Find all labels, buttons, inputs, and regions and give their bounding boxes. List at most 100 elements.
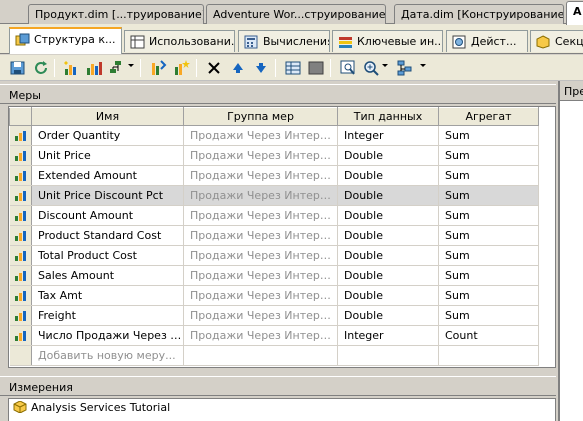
doc-tab-product-dim[interactable]: Продукт.dim [...труирование]* <box>28 4 204 24</box>
move-up-icon[interactable] <box>229 59 247 77</box>
row-selector[interactable] <box>9 145 32 166</box>
measure-row[interactable]: Discount Amount Продажи Через Интернет Dou… <box>9 205 539 226</box>
data-type-cell[interactable]: Double <box>337 265 439 286</box>
doc-tab-date-dim[interactable]: Дата.dim [Конструирование] <box>394 4 564 24</box>
chevron-down-icon[interactable] <box>128 64 134 67</box>
measure-name-cell[interactable]: Discount Amount <box>31 205 184 226</box>
measure-name-cell[interactable]: Product Standard Cost <box>31 225 184 246</box>
measure-name-cell[interactable]: Order Quantity <box>31 125 184 146</box>
measure-row[interactable]: Extended Amount Продажи Через Интернет Dou… <box>9 165 539 186</box>
aggregate-cell[interactable]: Sum <box>438 185 539 206</box>
measure-group-cell[interactable]: Продажи Через Интернет <box>183 165 338 186</box>
diagram-icon[interactable] <box>339 59 357 77</box>
data-type-cell[interactable]: Double <box>337 305 439 326</box>
measure-row[interactable]: Product Standard Cost Продажи Через Интер… <box>9 225 539 246</box>
tab-dimension-usage[interactable]: Использовани... <box>124 30 235 52</box>
data-type-cell[interactable]: Double <box>337 165 439 186</box>
data-type-cell[interactable]: Double <box>337 205 439 226</box>
aggregate-cell[interactable]: Sum <box>438 245 539 266</box>
column-header-measure-group[interactable]: Группа мер <box>183 107 338 126</box>
aggregate-cell[interactable]: Count <box>438 325 539 346</box>
tab-calculations[interactable]: Вычисления <box>238 30 330 52</box>
measure-name-cell[interactable]: Extended Amount <box>31 165 184 186</box>
row-selector[interactable] <box>9 245 32 266</box>
row-selector[interactable] <box>9 125 32 146</box>
new-measure-icon[interactable] <box>62 59 80 77</box>
arrange-tables-icon[interactable] <box>396 59 414 77</box>
column-header-aggregate[interactable]: Агрегат <box>438 107 539 126</box>
measure-group-cell[interactable]: Продажи Через Интернет <box>183 285 338 306</box>
column-header-name[interactable]: Имя <box>31 107 184 126</box>
measure-name-cell[interactable]: Unit Price Discount Pct <box>31 185 184 206</box>
doc-tab-active-cube[interactable]: A <box>566 1 583 25</box>
aggregate-cell[interactable]: Sum <box>438 305 539 326</box>
data-type-cell[interactable]: Integer <box>337 325 439 346</box>
measure-group-cell[interactable]: Продажи Через Интернет <box>183 205 338 226</box>
measure-group-cell[interactable]: Продажи Через Интернет <box>183 245 338 266</box>
tab-kpis[interactable]: Ключевые ин... <box>332 30 443 52</box>
data-type-cell[interactable]: Double <box>337 285 439 306</box>
measure-row[interactable]: Unit Price Продажи Через Интернет Double Su… <box>9 145 539 166</box>
move-down-icon[interactable] <box>252 59 270 77</box>
delete-icon[interactable] <box>205 59 223 77</box>
measure-name-cell[interactable]: Sales Amount <box>31 265 184 286</box>
save-icon[interactable] <box>9 59 27 77</box>
measure-row[interactable]: Total Product Cost Продажи Через Интернет… <box>9 245 539 266</box>
measure-row[interactable]: Tax Amt Продажи Через Интернет Double Sum <box>9 285 539 306</box>
new-measure-group-icon[interactable] <box>85 59 103 77</box>
tab-partitions[interactable]: Секц <box>530 30 583 52</box>
add-measure-row[interactable]: Добавить новую меру... <box>9 345 539 366</box>
aggregate-cell[interactable]: Sum <box>438 225 539 246</box>
row-selector[interactable] <box>9 285 32 306</box>
measure-group-cell[interactable]: Продажи Через Интернет <box>183 325 338 346</box>
row-selector[interactable] <box>9 185 32 206</box>
measure-group-cell[interactable]: Продажи Через Интернет <box>183 125 338 146</box>
row-selector[interactable] <box>9 265 32 286</box>
dimension-tree-item[interactable]: Analysis Services Tutorial <box>13 401 170 414</box>
aggregate-cell[interactable]: Sum <box>438 145 539 166</box>
data-type-cell[interactable]: Double <box>337 185 439 206</box>
measure-group-cell[interactable]: Продажи Через Интернет <box>183 305 338 326</box>
data-type-cell[interactable]: Double <box>337 245 439 266</box>
measure-name-cell[interactable]: Число Продажи Через И... <box>31 325 184 346</box>
aggregate-cell[interactable]: Sum <box>438 265 539 286</box>
aggregate-cell[interactable]: Sum <box>438 165 539 186</box>
row-selector[interactable] <box>9 225 32 246</box>
aggregate-cell[interactable]: Sum <box>438 125 539 146</box>
show-tree-icon[interactable] <box>307 59 325 77</box>
measure-name-cell[interactable]: Unit Price <box>31 145 184 166</box>
row-selector[interactable] <box>9 205 32 226</box>
data-type-cell[interactable]: Double <box>337 145 439 166</box>
tab-actions[interactable]: Дейст... <box>446 30 528 52</box>
measure-row[interactable]: Unit Price Discount Pct Продажи Через Инт… <box>9 185 539 206</box>
tab-cube-structure[interactable]: Структура к... <box>9 27 122 54</box>
row-selector[interactable] <box>9 325 32 346</box>
wizard-icon[interactable] <box>172 59 190 77</box>
column-header-data-type[interactable]: Тип данных <box>337 107 439 126</box>
measure-row[interactable]: Число Продажи Через И... Продажи Через Ин… <box>9 325 539 346</box>
aggregate-cell[interactable]: Sum <box>438 205 539 226</box>
measure-name-cell[interactable]: Tax Amt <box>31 285 184 306</box>
data-type-cell[interactable]: Double <box>337 225 439 246</box>
measure-row[interactable]: Order Quantity Продажи Через Интернет Inte… <box>9 125 539 146</box>
measure-group-cell[interactable]: Продажи Через Интернет <box>183 145 338 166</box>
zoom-icon[interactable] <box>362 59 380 77</box>
measure-name-cell[interactable]: Freight <box>31 305 184 326</box>
measure-name-cell[interactable]: Total Product Cost <box>31 245 184 266</box>
row-selector[interactable] <box>9 305 32 326</box>
properties-icon[interactable] <box>149 59 167 77</box>
chevron-down-icon[interactable] <box>382 64 388 67</box>
measure-row[interactable]: Sales Amount Продажи Через Интернет Double… <box>9 265 539 286</box>
show-grid-icon[interactable] <box>284 59 302 77</box>
doc-tab-adventure-works[interactable]: Adventure Wor...струирование] <box>206 4 386 24</box>
measure-group-cell[interactable]: Продажи Через Интернет <box>183 225 338 246</box>
refresh-icon[interactable] <box>32 59 50 77</box>
add-dimension-icon[interactable] <box>108 59 126 77</box>
measure-row[interactable]: Freight Продажи Через Интернет Double Sum <box>9 305 539 326</box>
data-type-cell[interactable]: Integer <box>337 125 439 146</box>
measure-group-cell[interactable]: Продажи Через Интернет <box>183 265 338 286</box>
measure-group-cell[interactable]: Продажи Через Интернет <box>183 185 338 206</box>
row-selector[interactable] <box>9 165 32 186</box>
chevron-down-icon[interactable] <box>420 64 426 67</box>
add-measure-cell[interactable]: Добавить новую меру... <box>31 345 184 366</box>
